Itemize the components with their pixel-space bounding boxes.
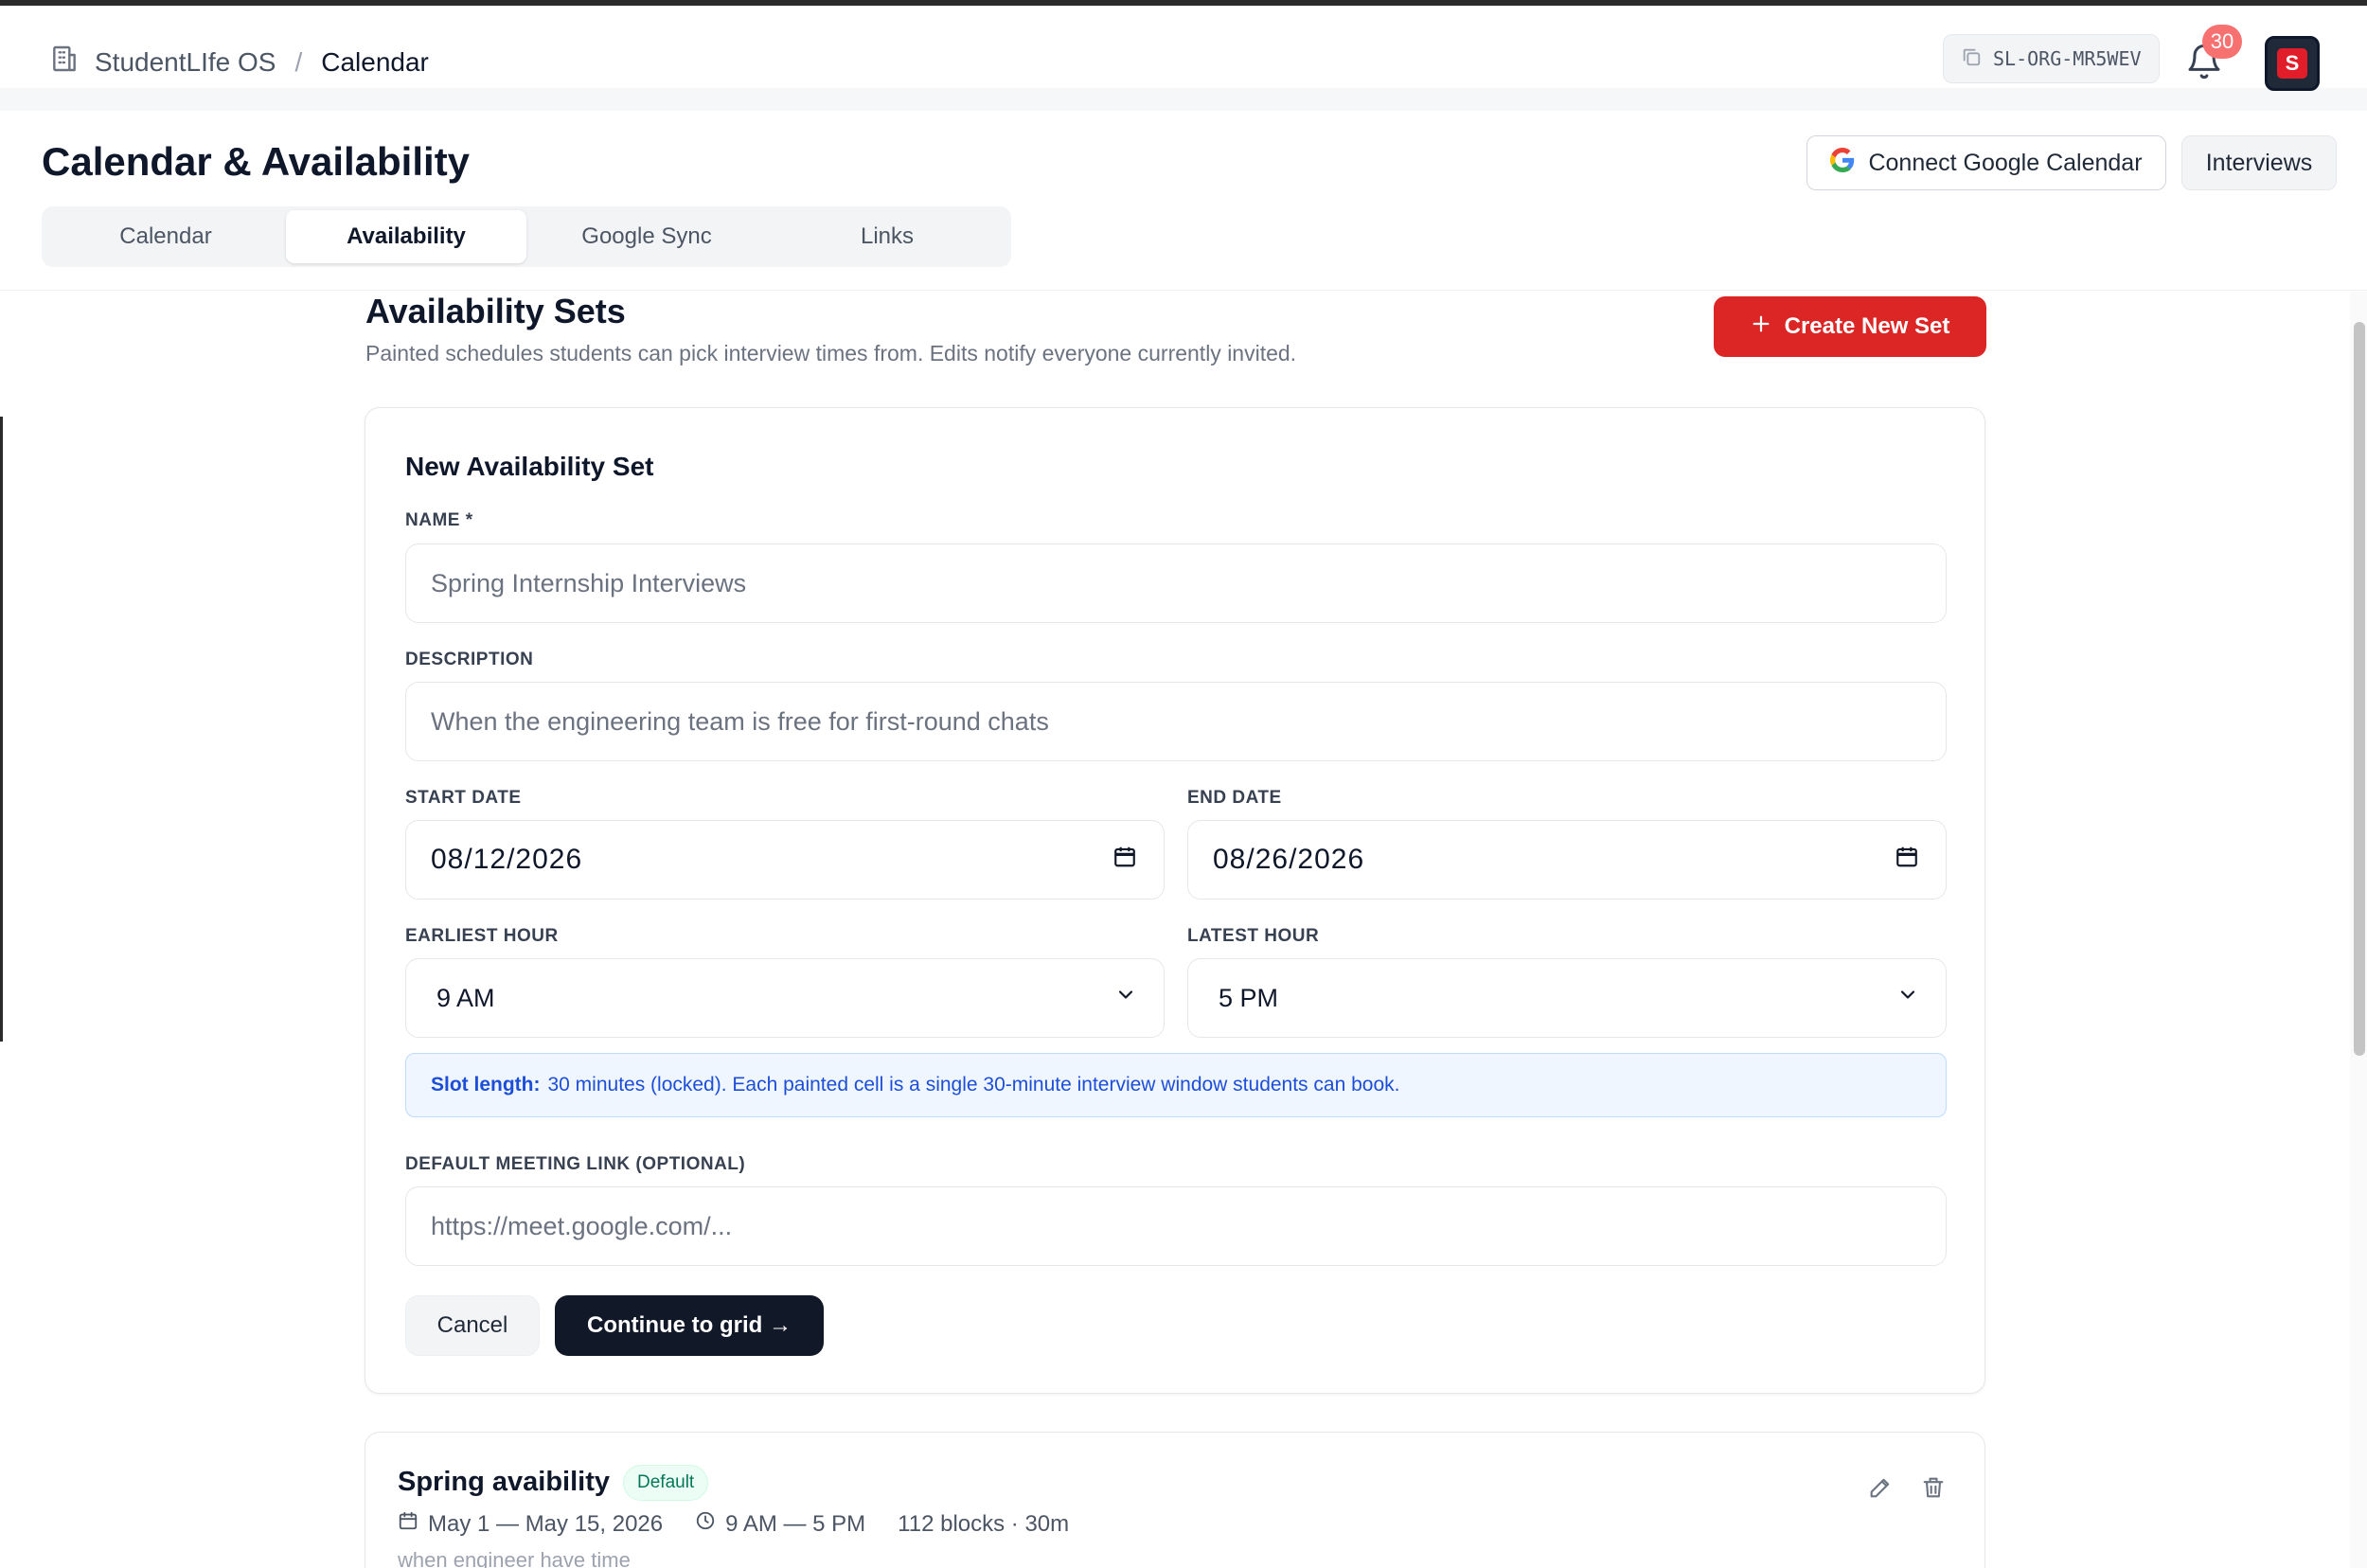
set-blocks: 112 blocks · 30m	[898, 1510, 1070, 1537]
set-actions	[1867, 1474, 1947, 1506]
org-code-copy-button[interactable]: SL-ORG-MR5WEV	[1943, 34, 2160, 83]
breadcrumb-current: Calendar	[321, 46, 429, 77]
earliest-hour-label: EARLIEST HOUR	[405, 926, 559, 946]
user-avatar[interactable]: S	[2265, 36, 2320, 91]
section-subtitle: Painted schedules students can pick inte…	[365, 341, 1297, 365]
tab-availability[interactable]: Availability	[286, 210, 526, 263]
top-bar: StudentLIfe OS / Calendar SL-ORG-MR5WEV …	[0, 6, 2367, 116]
set-meta: May 1 — May 15, 2026 9 AM — 5 PM 112 blo…	[398, 1510, 1069, 1538]
section-title: Availability Sets	[365, 292, 626, 330]
description-input[interactable]: When the engineering team is free for fi…	[405, 682, 1947, 761]
default-badge: Default	[623, 1465, 709, 1501]
set-time-range: 9 AM — 5 PM	[725, 1510, 866, 1537]
calendar-icon	[398, 1510, 418, 1538]
cancel-button[interactable]: Cancel	[405, 1295, 540, 1356]
calendar-icon[interactable]	[1112, 845, 1137, 876]
continue-to-grid-button[interactable]: Continue to grid →	[555, 1295, 824, 1356]
availability-set-card[interactable]: Spring avaibility Default May 1 — May 15…	[365, 1432, 1985, 1568]
start-date-input[interactable]: 08/12/2026	[405, 820, 1165, 900]
description-label: DESCRIPTION	[405, 650, 534, 669]
end-date-value: 08/26/2026	[1213, 844, 1365, 875]
set-date-range: May 1 — May 15, 2026	[428, 1510, 664, 1537]
org-code-text: SL-ORG-MR5WEV	[1993, 47, 2142, 70]
latest-hour-value: 5 PM	[1219, 983, 1279, 1012]
set-description: when engineer have time	[398, 1548, 631, 1568]
meeting-link-label: DEFAULT MEETING LINK (OPTIONAL)	[405, 1154, 746, 1174]
set-name: Spring avaibility	[398, 1467, 610, 1497]
start-date-label: START DATE	[405, 788, 522, 808]
breadcrumb-separator: /	[294, 46, 303, 77]
latest-hour-label: LATEST HOUR	[1187, 926, 1320, 946]
slot-length-text: 30 minutes (locked). Each painted cell i…	[547, 1074, 1400, 1096]
scrollbar-thumb[interactable]	[2354, 322, 2365, 1056]
chevron-down-icon	[1114, 984, 1137, 1013]
building-icon	[49, 44, 80, 80]
calendar-icon[interactable]	[1895, 845, 1919, 876]
trash-icon[interactable]	[1920, 1474, 1947, 1506]
connect-google-calendar-button[interactable]: Connect Google Calendar	[1806, 135, 2166, 190]
meeting-link-input[interactable]: https://meet.google.com/...	[405, 1186, 1947, 1266]
clock-icon	[695, 1510, 716, 1538]
start-date-value: 08/12/2026	[431, 844, 583, 875]
latest-hour-select[interactable]: 5 PM	[1187, 958, 1947, 1038]
page-header: Calendar & Availability Connect Google C…	[0, 111, 2367, 291]
interviews-button[interactable]: Interviews	[2181, 135, 2337, 190]
new-availability-set-form: New Availability Set NAME * Spring Inter…	[365, 407, 1985, 1394]
breadcrumb: StudentLIfe OS / Calendar	[49, 44, 429, 80]
breadcrumb-org[interactable]: StudentLIfe OS	[95, 47, 276, 78]
earliest-hour-value: 9 AM	[436, 983, 495, 1012]
name-label: NAME *	[405, 510, 473, 530]
window-left-edge	[0, 417, 3, 1042]
copy-icon	[1961, 46, 1982, 72]
end-date-input[interactable]: 08/26/2026	[1187, 820, 1947, 900]
google-icon	[1830, 147, 1855, 179]
edit-pencil-icon[interactable]	[1867, 1474, 1894, 1506]
form-title: New Availability Set	[405, 452, 654, 481]
page-title: Calendar & Availability	[42, 139, 471, 184]
tab-google-sync[interactable]: Google Sync	[526, 210, 767, 263]
slot-length-info: Slot length: 30 minutes (locked). Each p…	[405, 1053, 1947, 1117]
earliest-hour-select[interactable]: 9 AM	[405, 958, 1165, 1038]
end-date-label: END DATE	[1187, 788, 1282, 808]
notification-count-badge: 30	[2202, 25, 2242, 59]
create-new-set-label: Create New Set	[1784, 313, 1950, 339]
tab-calendar[interactable]: Calendar	[45, 210, 286, 263]
plus-icon	[1751, 313, 1771, 341]
tab-bar: Calendar Availability Google Sync Links	[42, 206, 1011, 267]
avatar-logo-icon: S	[2277, 48, 2307, 79]
create-new-set-button[interactable]: Create New Set	[1714, 296, 1986, 357]
tab-links[interactable]: Links	[767, 210, 1007, 263]
slot-length-title: Slot length:	[431, 1074, 541, 1096]
name-input[interactable]: Spring Internship Interviews	[405, 543, 1947, 623]
chevron-down-icon	[1896, 984, 1919, 1013]
connect-google-calendar-label: Connect Google Calendar	[1868, 149, 2143, 176]
